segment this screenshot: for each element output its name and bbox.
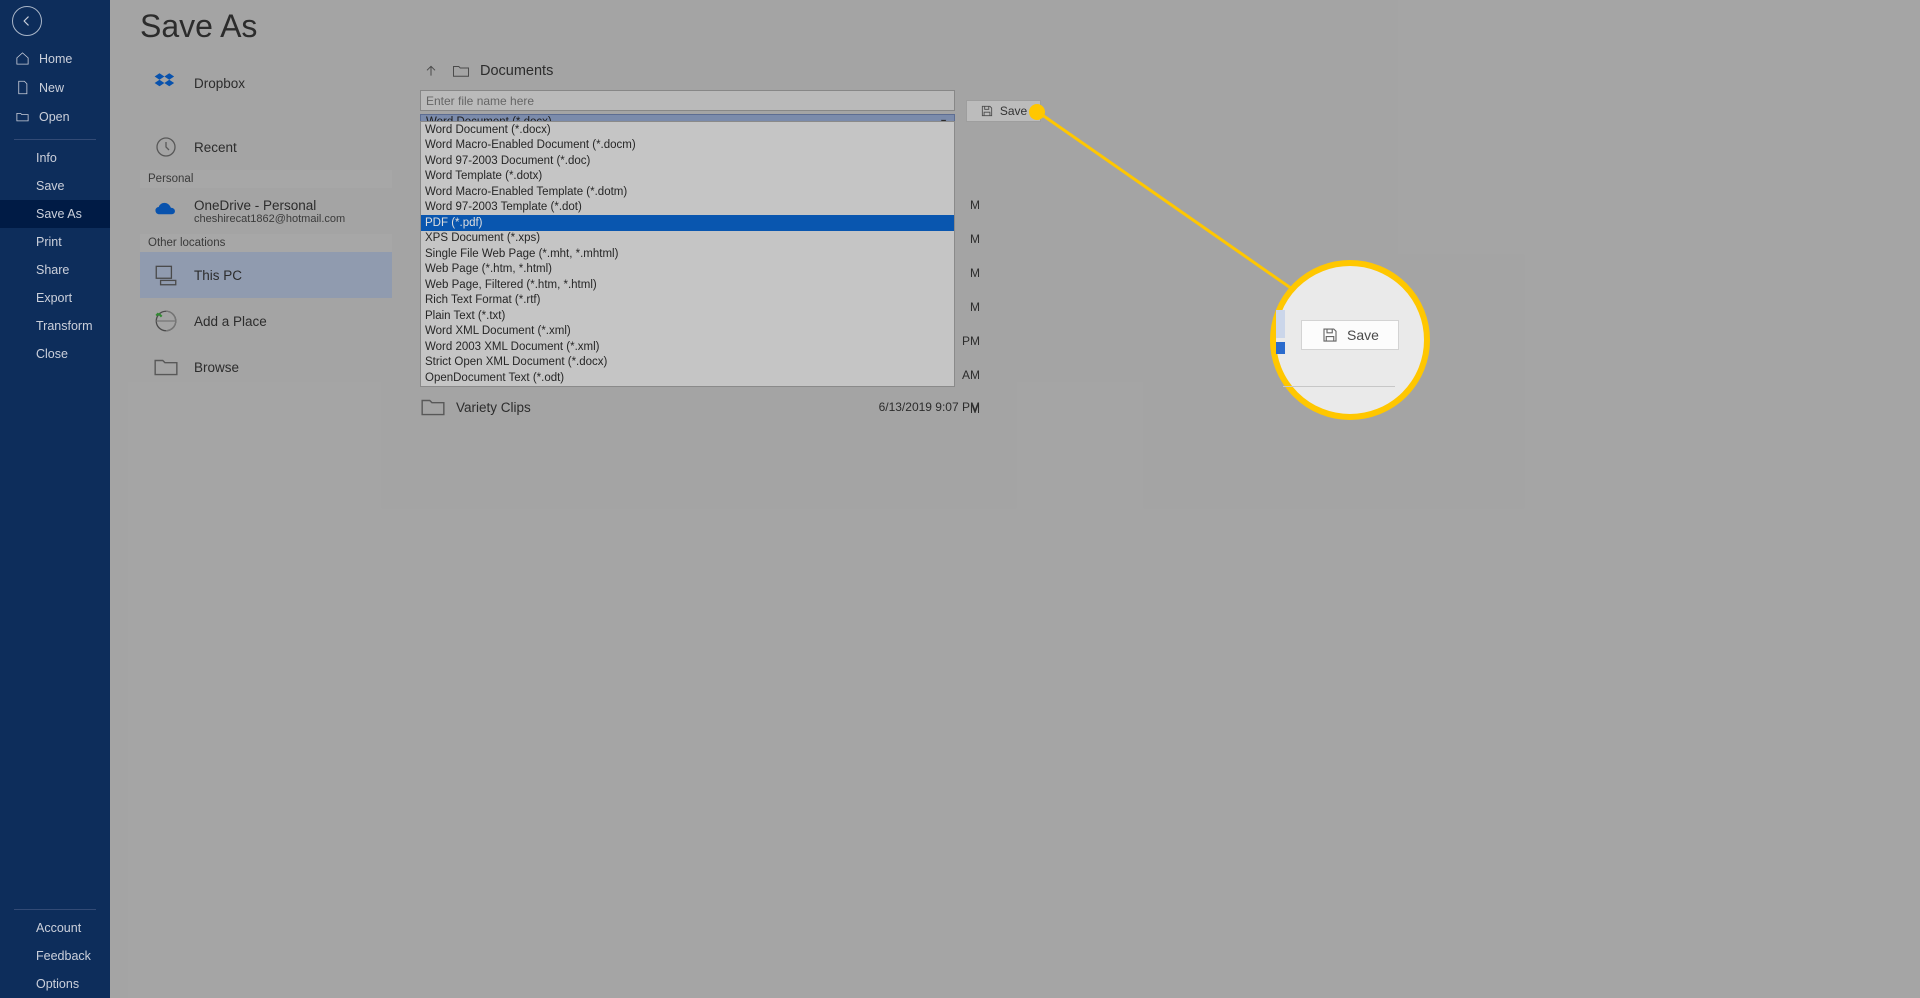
location-label: This PC [194,268,242,283]
filetype-option[interactable]: Web Page (*.htm, *.html) [421,262,954,278]
backstage-sidebar: Home New Open Info Save Save As Print Sh… [0,0,110,998]
location-onedrive[interactable]: OneDrive - Personal cheshirecat1862@hotm… [140,188,392,234]
nav-label: Export [36,291,72,305]
nav-label: Share [36,263,69,277]
page-title: Save As [140,8,257,45]
breadcrumb: Documents [420,58,1020,90]
location-label: Add a Place [194,314,267,329]
nav-print[interactable]: Print [0,228,110,256]
folder-open-icon [452,64,470,78]
file-name: Variety Clips [456,400,870,415]
nav-save[interactable]: Save [0,172,110,200]
nav-label: Close [36,347,68,361]
breadcrumb-label: Documents [480,63,553,79]
nav-label: Home [39,52,72,66]
location-this-pc[interactable]: This PC [140,252,392,298]
thispc-icon [152,261,180,289]
nav-share[interactable]: Share [0,256,110,284]
filetype-option[interactable]: Web Page, Filtered (*.htm, *.html) [421,277,954,293]
folder-open-icon [15,109,30,124]
file-row-visible[interactable]: Variety Clips 6/13/2019 9:07 PM [420,390,980,424]
locations-header-other: Other locations [140,234,392,252]
nav-label: Options [36,977,79,991]
save-icon [1321,326,1339,344]
filetype-option[interactable]: Single File Web Page (*.mht, *.mhtml) [421,246,954,262]
onedrive-label: OneDrive - Personal [194,198,345,213]
nav-label: New [39,81,64,95]
nav-label: Account [36,921,81,935]
save-icon [980,104,994,118]
filetype-option[interactable]: Word Template (*.dotx) [421,169,954,185]
filetype-option[interactable]: Word 2003 XML Document (*.xml) [421,339,954,355]
nav-options[interactable]: Options [0,970,110,998]
filetype-option[interactable]: Word 97-2003 Document (*.doc) [421,153,954,169]
filetype-option[interactable]: OpenDocument Text (*.odt) [421,370,954,386]
nav-transform[interactable]: Transform [0,312,110,340]
filetype-option[interactable]: Word Macro-Enabled Template (*.dotm) [421,184,954,200]
location-browse[interactable]: Browse [140,344,392,390]
location-label: Browse [194,360,239,375]
home-icon [15,51,30,66]
nav-close[interactable]: Close [0,340,110,368]
nav-account[interactable]: Account [0,914,110,942]
nav-label: Transform [36,319,93,333]
filetype-option[interactable]: Plain Text (*.txt) [421,308,954,324]
location-dropbox[interactable]: Dropbox [140,60,392,106]
location-add-place[interactable]: Add a Place [140,298,392,344]
nav-label: Save As [36,207,82,221]
nav-label: Print [36,235,62,249]
filetype-option[interactable]: Word Document (*.docx) [421,122,954,138]
nav-home[interactable]: Home [0,44,110,73]
sidebar-divider [14,909,96,910]
filetype-option[interactable]: Word Macro-Enabled Document (*.docm) [421,138,954,154]
location-recent[interactable]: Recent [140,124,392,170]
callout-decor [1276,310,1285,338]
nav-info[interactable]: Info [0,144,110,172]
filetype-option[interactable]: XPS Document (*.xps) [421,231,954,247]
filetype-dropdown: Word Document (*.docx) Word Macro-Enable… [420,121,955,387]
nav-open[interactable]: Open [0,102,110,131]
locations-header-personal: Personal [140,170,392,188]
nav-save-as[interactable]: Save As [0,200,110,228]
arrow-up-icon [423,63,439,79]
filetype-option[interactable]: Word XML Document (*.xml) [421,324,954,340]
sidebar-divider [14,139,96,140]
callout-save-label: Save [1347,327,1379,343]
addplace-icon [152,307,180,335]
callout-dot [1029,104,1045,120]
recent-icon [152,133,180,161]
onedrive-email: cheshirecat1862@hotmail.com [194,213,345,225]
onedrive-icon [152,197,180,225]
filetype-option[interactable]: PDF (*.pdf) [421,215,954,231]
up-button[interactable] [420,60,442,82]
callout-decor [1276,342,1285,354]
filetype-option[interactable]: Rich Text Format (*.rtf) [421,293,954,309]
arrow-left-icon [20,14,34,28]
nav-label: Save [36,179,65,193]
filename-input[interactable] [420,90,955,111]
callout-save-button: Save [1301,320,1399,350]
nav-label: Info [36,151,57,165]
back-button[interactable] [12,6,42,36]
browse-icon [152,353,180,381]
doc-icon [15,80,30,95]
filetype-option[interactable]: Word 97-2003 Template (*.dot) [421,200,954,216]
nav-feedback[interactable]: Feedback [0,942,110,970]
filetype-option[interactable]: Strict Open XML Document (*.docx) [421,355,954,371]
callout-magnifier: Save [1270,260,1430,420]
location-label: Dropbox [194,76,245,91]
folder-icon [420,394,446,420]
save-label: Save [1000,104,1027,118]
location-label: Recent [194,140,237,155]
nav-label: Open [39,110,70,124]
callout-decor [1283,386,1395,387]
file-date: 6/13/2019 9:07 PM [870,400,980,414]
dropbox-icon [152,69,180,97]
nav-new[interactable]: New [0,73,110,102]
locations-panel: Dropbox Recent Personal OneDrive - Perso… [140,60,392,390]
nav-label: Feedback [36,949,91,963]
nav-export[interactable]: Export [0,284,110,312]
